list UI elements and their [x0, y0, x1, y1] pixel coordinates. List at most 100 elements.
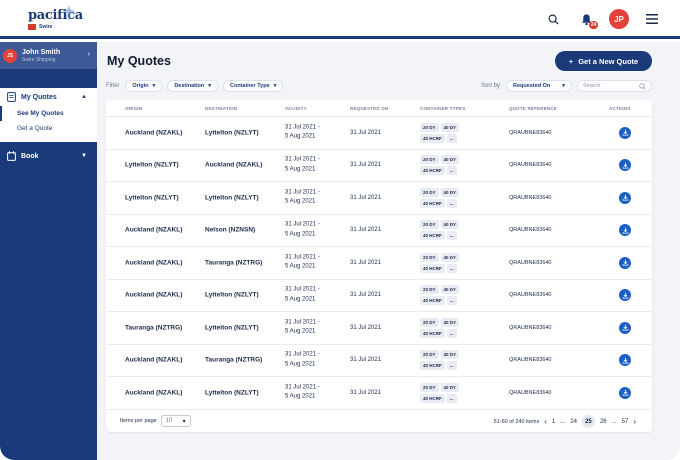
table-row[interactable]: Lyttelton (NZLYT) Auckland (NZAKL) 31 Jul …: [106, 150, 652, 182]
user-avatar[interactable]: JP: [609, 9, 629, 29]
cell-requested-on: 31 Jul 2021: [350, 357, 382, 364]
table-row[interactable]: Auckland (NZAKL) Tauranga (NZTRG) 31 Jul 2…: [106, 345, 652, 377]
table-row[interactable]: Auckland (NZAKL) Tauranga (NZTRG) 31 Jul 2…: [106, 247, 652, 280]
container-tag: 20 DY: [420, 317, 439, 327]
logo[interactable]: pacifica Swire: [28, 8, 83, 30]
table-footer: Items per page 10 ▾ 51-60 of 240 items ‹…: [106, 409, 652, 432]
validity-from: 31 Jul 2021 -: [285, 351, 320, 358]
cell-requested-on: 31 Jul 2021: [350, 129, 382, 136]
download-button[interactable]: [619, 159, 631, 172]
caret-down-icon: ▾: [182, 418, 186, 425]
container-tag: ...: [446, 231, 457, 241]
cell-destination: Tauranga (NZTRG): [205, 259, 263, 267]
items-per-page-select[interactable]: 10 ▾: [160, 415, 191, 427]
chevron-up-icon: ▲: [81, 94, 87, 100]
sort-select[interactable]: Requested On ▾: [506, 80, 572, 92]
download-button[interactable]: [619, 386, 631, 399]
filter-origin[interactable]: Origin ▾: [125, 80, 163, 92]
plus-icon: +: [568, 56, 574, 66]
cell-validity: 31 Jul 2021 - 5 Aug 2021: [285, 123, 320, 142]
nav-subitem-get-a-quote[interactable]: Get a Quote: [0, 121, 97, 136]
container-tag: 20 DY: [420, 285, 439, 295]
download-button[interactable]: [619, 354, 631, 367]
container-tag: 40 HCRF: [420, 166, 445, 176]
container-tag: ...: [446, 328, 457, 338]
table-row[interactable]: Auckland (NZAKL) Lyttelton (NZLYT) 31 Jul …: [106, 117, 652, 150]
cell-requested-on: 31 Jul 2021: [350, 259, 382, 266]
filter-destination[interactable]: Destination ▾: [167, 80, 219, 92]
nav-subitem-see-my-quotes[interactable]: See My Quotes: [0, 106, 97, 121]
nav-item-label: Book: [21, 152, 39, 160]
table-row[interactable]: Auckland (NZAKL) Lyttelton (NZLYT) 31 Jul …: [106, 377, 652, 410]
cell-container-types: 20 DY 40 DY 40 HCRF...: [420, 155, 470, 176]
cell-destination: Lyttelton (NZLYT): [205, 129, 259, 137]
validity-to: 5 Aug 2021: [285, 166, 316, 173]
pagination-page[interactable]: 57: [622, 419, 629, 425]
search-icon[interactable]: [543, 9, 563, 29]
chevron-left-icon[interactable]: ‹: [544, 417, 547, 426]
pagination-page[interactable]: 24: [570, 419, 577, 425]
cell-validity: 31 Jul 2021 - 5 Aug 2021: [285, 286, 320, 305]
hamburger-menu-icon[interactable]: [642, 9, 662, 29]
validity-to: 5 Aug 2021: [285, 231, 316, 238]
download-button[interactable]: [619, 126, 631, 139]
cell-container-types: 20 DY 40 DY 40 HCRF...: [420, 382, 470, 403]
pagination-page[interactable]: 26: [600, 419, 607, 425]
page-title: My Quotes: [107, 54, 171, 68]
user-card[interactable]: JS John Smith Swire Shipping ›: [0, 42, 97, 69]
column-header-requested-on: REQUESTED ON: [350, 106, 389, 111]
pagination-ellipsis: ...: [611, 418, 617, 425]
cell-validity: 31 Jul 2021 - 5 Aug 2021: [285, 383, 320, 402]
nav-item-my-quotes[interactable]: My Quotes ▲: [0, 88, 97, 106]
validity-to: 5 Aug 2021: [285, 361, 316, 368]
container-tag: 20 DY: [420, 122, 439, 132]
container-tag: 40 HCRF: [420, 198, 445, 208]
column-header-actions: ACTIONS: [609, 106, 631, 111]
chevron-right-icon[interactable]: ›: [633, 417, 636, 426]
container-tag: 40 HCRF: [420, 296, 445, 306]
pagination-page[interactable]: 25: [581, 415, 595, 428]
validity-to: 5 Aug 2021: [285, 393, 316, 400]
search-input[interactable]: Search: [577, 80, 652, 92]
table-row[interactable]: Auckland (NZAKL) Lyttelton (NZLYT) 31 Jul …: [106, 280, 652, 312]
pagination-ellipsis: ...: [560, 418, 566, 425]
table-header: ORIGIN DESTINATION VALIDITY REQUESTED ON…: [106, 100, 652, 117]
cell-quote-reference: QRAUBNE83640: [509, 259, 552, 266]
container-tag: ...: [446, 296, 457, 306]
nav-item-book[interactable]: Book ▼: [0, 147, 97, 165]
cell-container-types: 20 DY 40 DY 40 HCRF...: [420, 122, 470, 143]
table-row[interactable]: Tauranga (NZTRG) Lyttelton (NZLYT) 31 Jul …: [106, 312, 652, 345]
table-row[interactable]: Lyttelton (NZLYT) Lyttelton (NZLYT) 31 Jul…: [106, 182, 652, 215]
cell-destination: Nelson (NZNSN): [205, 226, 256, 234]
download-button[interactable]: [619, 224, 631, 237]
cell-origin: Auckland (NZAKL): [125, 259, 183, 267]
download-button[interactable]: [619, 321, 631, 334]
filter-container-type[interactable]: Container Type ▾: [223, 80, 284, 92]
cell-quote-reference: QRAUBNE83640: [509, 389, 552, 396]
book-icon: [7, 151, 16, 161]
filter-bar: Filter Origin ▾ Destination ▾ Container Ty…: [106, 80, 284, 92]
notifications-bell-icon[interactable]: 24: [576, 9, 598, 29]
cell-quote-reference: QRAUBNE83640: [509, 227, 552, 234]
validity-from: 31 Jul 2021 -: [285, 254, 320, 261]
download-button[interactable]: [619, 191, 631, 204]
get-new-quote-button[interactable]: + Get a New Quote: [555, 51, 652, 71]
download-button[interactable]: [619, 289, 631, 302]
caret-down-icon: ▾: [562, 83, 565, 89]
cell-origin: Auckland (NZAKL): [125, 356, 183, 364]
container-tag: ...: [446, 263, 457, 273]
download-icon: [622, 259, 628, 266]
cell-destination: Lyttelton (NZLYT): [205, 194, 259, 202]
container-tag: 40 DY: [440, 155, 460, 165]
cell-requested-on: 31 Jul 2021: [350, 194, 382, 201]
cell-requested-on: 31 Jul 2021: [350, 227, 382, 234]
cell-container-types: 20 DY 40 DY 40 HCRF...: [420, 220, 470, 241]
container-tag: 20 DY: [420, 382, 439, 392]
cell-destination: Tauranga (NZTRG): [205, 356, 263, 364]
container-tag: ...: [446, 166, 457, 176]
pagination-page[interactable]: 1: [552, 419, 555, 425]
table-row[interactable]: Auckland (NZAKL) Nelson (NZNSN) 31 Jul 202…: [106, 215, 652, 247]
nav-item-label: My Quotes: [21, 93, 57, 101]
validity-to: 5 Aug 2021: [285, 296, 316, 303]
download-button[interactable]: [619, 256, 631, 269]
